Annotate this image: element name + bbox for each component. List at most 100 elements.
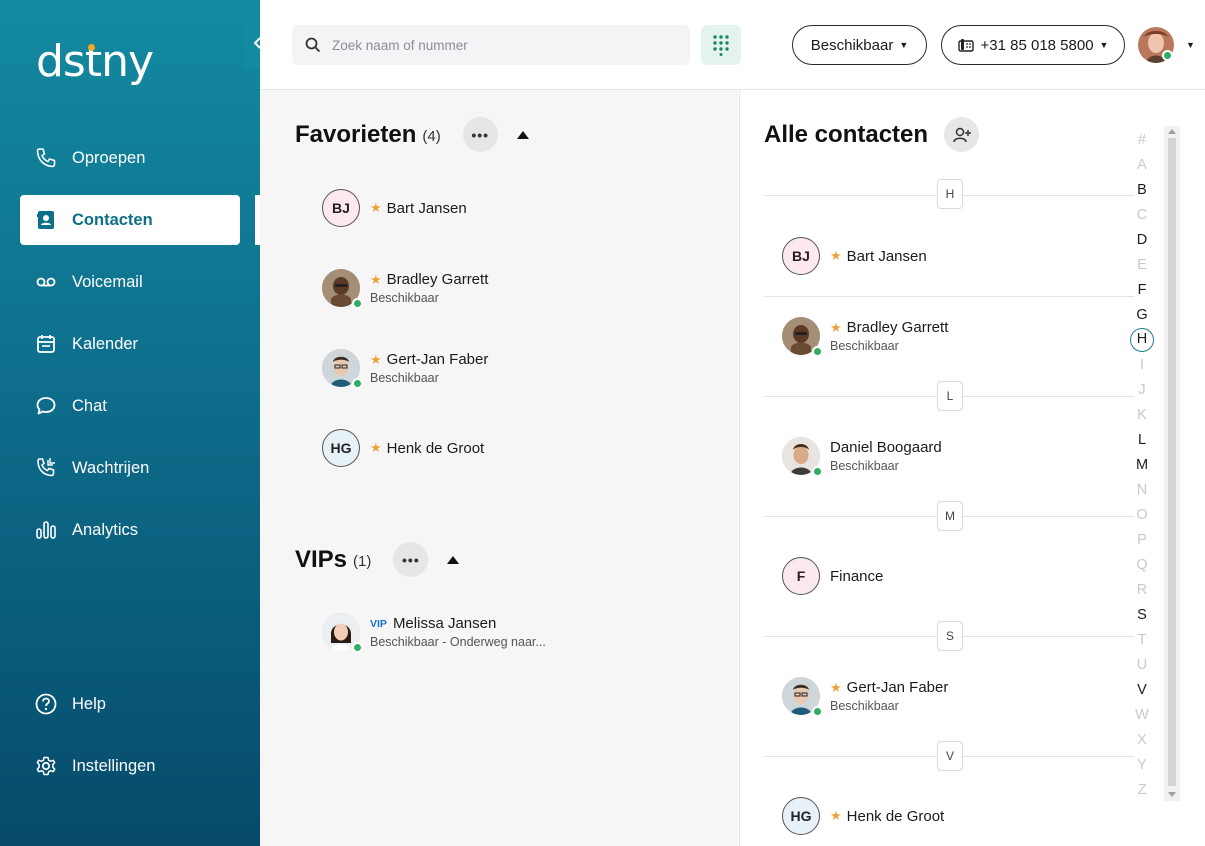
collapse-favorites-icon[interactable]: [516, 130, 529, 139]
avatar: [322, 269, 363, 309]
alphabet-letter-p: P: [1137, 532, 1147, 548]
vip-contact[interactable]: VIP Melissa Jansen Beschikbaar - Onderweg…: [322, 613, 546, 653]
caret-down-icon: ▼: [899, 40, 909, 50]
nav-label: Voicemail: [72, 272, 143, 291]
contact-status: Beschikbaar - Onderweg naar...: [370, 635, 546, 649]
nav-item-chat[interactable]: Chat: [20, 381, 240, 431]
nav-label: Analytics: [72, 520, 139, 539]
alphabet-letter-t: T: [1137, 632, 1147, 648]
vips-header: VIPs (1) •••: [295, 542, 460, 577]
contact-row[interactable]: HG ★ Henk de Groot: [782, 797, 944, 835]
favorite-contact[interactable]: ★ Gert-Jan Faber Beschikbaar: [322, 349, 489, 389]
contact-name: Gert-Jan Faber: [386, 351, 489, 368]
collapse-vips-icon[interactable]: [447, 555, 460, 564]
nav-item-instellingen[interactable]: Instellingen: [20, 741, 240, 791]
alphabet-letter-v[interactable]: V: [1128, 678, 1156, 703]
alphabet-letter-k: K: [1137, 407, 1147, 423]
contact-row[interactable]: BJ ★ Bart Jansen: [782, 237, 927, 275]
phone-icon: [34, 146, 58, 170]
avatar: BJ: [782, 237, 820, 275]
vips-count: (1): [353, 553, 372, 570]
alphabet-letter-q: Q: [1136, 557, 1148, 573]
star-icon: ★: [370, 271, 382, 287]
alphabet-letter-j: J: [1138, 382, 1146, 398]
letter-chip: M: [937, 501, 963, 531]
contact-row[interactable]: Daniel Boogaard Beschikbaar: [782, 437, 942, 477]
contact-status: Beschikbaar: [830, 699, 899, 713]
desk-phone-icon: [957, 39, 974, 52]
vips-more-button[interactable]: •••: [393, 542, 429, 577]
favorite-contact[interactable]: BJ ★ Bart Jansen: [322, 189, 467, 227]
nav-item-analytics[interactable]: Analytics: [20, 505, 240, 555]
favorite-contact[interactable]: ★ Bradley Garrett Beschikbaar: [322, 269, 489, 309]
contacts-scrollbar[interactable]: [1164, 126, 1180, 801]
nav-item-contacten[interactable]: Contacten: [20, 195, 240, 245]
alphabet-letter-d[interactable]: D: [1128, 228, 1156, 253]
alphabet-letter-b[interactable]: B: [1128, 178, 1156, 203]
phone-line-dropdown[interactable]: +31 85 018 5800 ▼: [941, 25, 1125, 65]
contact-name: Bradley Garrett: [846, 319, 949, 336]
nav-item-oproepen[interactable]: Oproepen: [20, 133, 240, 183]
vips-title: VIPs: [295, 545, 348, 573]
star-icon: ★: [370, 440, 382, 455]
alphabet-letter-h[interactable]: H: [1128, 328, 1156, 353]
dialpad-button[interactable]: [701, 25, 741, 65]
contact-status: Beschikbaar: [830, 459, 899, 473]
nav-item-help[interactable]: Help: [20, 679, 240, 729]
star-icon: ★: [830, 808, 842, 823]
favorites-count: (4): [422, 128, 441, 145]
avatar: [782, 677, 823, 717]
favorites-more-button[interactable]: •••: [462, 117, 498, 152]
caret-down-icon[interactable]: ▼: [1186, 40, 1195, 50]
alphabet-letter-m[interactable]: M: [1128, 453, 1156, 478]
alphabet-letter-c: C: [1136, 207, 1148, 223]
avatar: F: [782, 557, 820, 595]
alphabet-index: # A B C D E F G H I J K L M N O P Q R S T U V W X Y Z: [1128, 128, 1156, 803]
voicemail-icon: [34, 270, 58, 294]
alphabet-letter-hash: #: [1137, 132, 1147, 148]
main-nav: Oproepen Contacten Voicemail Kalender Ch…: [20, 133, 240, 567]
star-icon: ★: [830, 319, 842, 335]
contact-name: Melissa Jansen: [392, 615, 497, 632]
add-contact-button[interactable]: [944, 117, 980, 152]
alphabet-letter-l[interactable]: L: [1128, 428, 1156, 453]
user-online-indicator: [1162, 50, 1173, 61]
star-icon: ★: [370, 200, 382, 215]
phone-number-label: +31 85 018 5800: [980, 36, 1094, 54]
contact-name: Daniel Boogaard: [830, 439, 942, 456]
nav-item-kalender[interactable]: Kalender: [20, 319, 240, 369]
search-box[interactable]: [292, 25, 690, 65]
contact-name: Gert-Jan Faber: [846, 679, 949, 696]
vip-badge: VIP: [370, 617, 387, 630]
alphabet-letter-r: R: [1136, 582, 1148, 598]
search-icon: [305, 37, 321, 53]
nav-item-wachtrijen[interactable]: Wachtrijen: [20, 443, 240, 493]
gear-icon: [34, 754, 58, 778]
nav-item-voicemail[interactable]: Voicemail: [20, 257, 240, 307]
search-input[interactable]: [332, 37, 672, 53]
online-indicator: [352, 298, 363, 309]
alphabet-letter-f[interactable]: F: [1128, 278, 1156, 303]
contact-row[interactable]: ★ Bradley Garrett Beschikbaar: [782, 317, 949, 357]
alphabet-letter-s[interactable]: S: [1128, 603, 1156, 628]
availability-dropdown[interactable]: Beschikbaar ▼: [792, 25, 927, 65]
letter-chip: H: [937, 179, 963, 209]
dialpad-icon: [713, 35, 729, 56]
contact-row[interactable]: ★ Gert-Jan Faber Beschikbaar: [782, 677, 949, 717]
bottom-nav: Help Instellingen: [20, 679, 240, 803]
more-dots-icon: •••: [402, 551, 420, 568]
more-dots-icon: •••: [471, 126, 490, 143]
scrollbar-thumb[interactable]: [1168, 138, 1176, 786]
scroll-up-arrow-icon[interactable]: [1168, 129, 1176, 134]
contact-status: Beschikbaar: [830, 339, 899, 353]
avatar: [322, 349, 363, 389]
contact-row[interactable]: F Finance: [782, 557, 883, 595]
letter-chip: L: [937, 381, 963, 411]
scroll-down-arrow-icon[interactable]: [1168, 792, 1176, 797]
alphabet-letter-o: O: [1136, 507, 1148, 523]
contact-name: Bradley Garrett: [386, 271, 489, 288]
chat-bubble-icon: [34, 394, 58, 418]
favorite-contact[interactable]: HG ★ Henk de Groot: [322, 429, 484, 467]
queue-phone-icon: [34, 456, 58, 480]
alphabet-letter-g[interactable]: G: [1128, 303, 1156, 328]
